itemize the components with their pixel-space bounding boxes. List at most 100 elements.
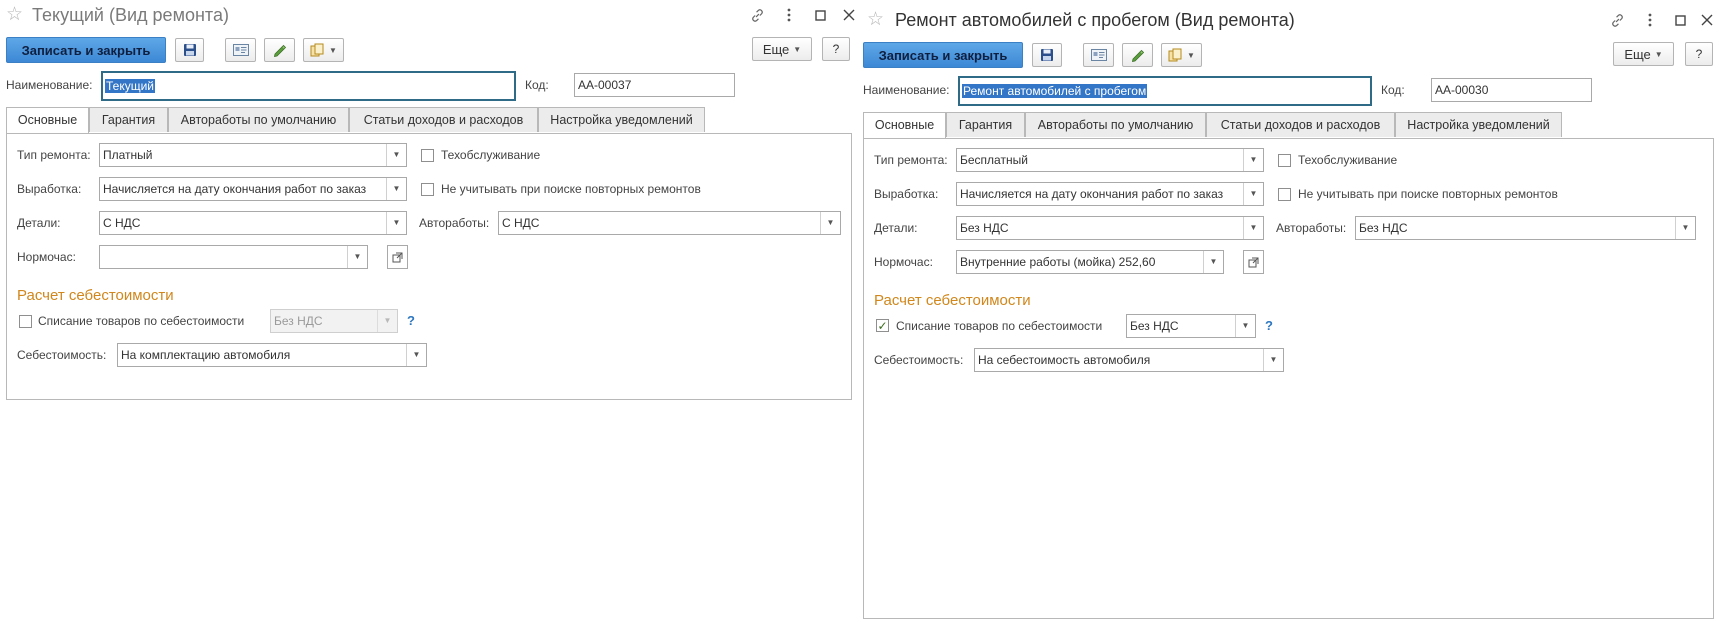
- maintenance-label: Техобслуживание: [1298, 153, 1398, 167]
- link-icon[interactable]: [1608, 11, 1626, 29]
- autoworks-label: Автоработы:: [419, 216, 490, 230]
- close-icon[interactable]: [840, 6, 858, 24]
- code-label: Код:: [1381, 83, 1405, 97]
- edit-button[interactable]: [1122, 43, 1153, 67]
- cost-select[interactable]: На комплектацию автомобиля ▼: [117, 343, 427, 367]
- maximize-icon[interactable]: [1671, 11, 1689, 29]
- write-off-checkbox[interactable]: ✓: [876, 319, 889, 332]
- card-button[interactable]: [225, 38, 256, 62]
- name-input[interactable]: Ремонт автомобилей с пробегом: [958, 76, 1372, 106]
- link-icon[interactable]: [748, 6, 766, 24]
- ignore-repeat-checkbox[interactable]: [1278, 188, 1291, 201]
- autoworks-value: С НДС: [502, 216, 540, 230]
- maintenance-checkbox[interactable]: [1278, 154, 1291, 167]
- chevron-down-icon[interactable]: ▼: [1243, 183, 1263, 205]
- pencil-edit-icon: [1131, 49, 1145, 62]
- tab-main[interactable]: Основные: [6, 107, 89, 133]
- kebab-menu-icon[interactable]: [780, 6, 798, 24]
- help-button[interactable]: ?: [1685, 42, 1713, 66]
- help-mark-icon[interactable]: ?: [407, 313, 415, 328]
- chevron-down-icon[interactable]: ▼: [1243, 149, 1263, 171]
- output-select[interactable]: Начисляется на дату окончания работ по з…: [99, 177, 407, 201]
- tab-default-autoworks[interactable]: Автоработы по умолчанию: [168, 107, 349, 132]
- name-input[interactable]: Текущий: [101, 71, 516, 101]
- chevron-down-icon[interactable]: ▼: [1243, 217, 1263, 239]
- more-button[interactable]: Еще ▼: [1613, 42, 1674, 66]
- name-label: Наименование:: [863, 83, 950, 97]
- save-button[interactable]: [175, 38, 204, 62]
- chevron-down-icon[interactable]: ▼: [1675, 217, 1695, 239]
- code-input[interactable]: АА-00037: [574, 73, 735, 97]
- chevron-down-icon[interactable]: ▼: [1263, 349, 1283, 371]
- parts-label: Детали:: [874, 221, 918, 235]
- code-input[interactable]: АА-00030: [1431, 78, 1592, 102]
- chevron-down-icon[interactable]: ▼: [347, 246, 367, 268]
- chevron-down-icon[interactable]: ▼: [820, 212, 840, 234]
- chevron-down-icon[interactable]: ▼: [1235, 315, 1255, 337]
- chevron-down-icon: ▼: [377, 310, 397, 332]
- chevron-down-icon[interactable]: ▼: [386, 212, 406, 234]
- tab-income-expense-items[interactable]: Статьи доходов и расходов: [349, 107, 538, 132]
- tab-warranty[interactable]: Гарантия: [89, 107, 168, 132]
- edit-button[interactable]: [264, 38, 295, 62]
- parts-value: Без НДС: [960, 221, 1009, 235]
- star-icon[interactable]: ☆: [867, 5, 884, 35]
- save-and-close-button[interactable]: Записать и закрыть: [863, 42, 1023, 68]
- close-icon[interactable]: [1698, 11, 1716, 29]
- tab-default-autoworks[interactable]: Автоработы по умолчанию: [1025, 112, 1206, 137]
- tab-notification-settings[interactable]: Настройка уведомлений: [1395, 112, 1562, 137]
- floppy-disk-icon: [183, 44, 196, 56]
- norm-hour-select[interactable]: Внутренние работы (мойка) 252,60 ▼: [956, 250, 1224, 274]
- more-button[interactable]: Еще ▼: [752, 37, 812, 61]
- checkmark-icon: ✓: [877, 318, 888, 333]
- help-button[interactable]: ?: [822, 37, 850, 61]
- autoworks-select[interactable]: С НДС ▼: [498, 211, 841, 235]
- ignore-repeat-checkbox[interactable]: [421, 183, 434, 196]
- norm-hour-open-button[interactable]: [1243, 250, 1264, 274]
- repair-type-select[interactable]: Бесплатный ▼: [956, 148, 1264, 172]
- repair-type-select[interactable]: Платный ▼: [99, 143, 407, 167]
- cost-value: На себестоимость автомобиля: [978, 353, 1151, 367]
- cost-select[interactable]: На себестоимость автомобиля ▼: [974, 348, 1284, 372]
- documents-dropdown-button[interactable]: ▼: [303, 38, 344, 62]
- chevron-down-icon: ▼: [1654, 49, 1663, 59]
- documents-dropdown-button[interactable]: ▼: [1161, 43, 1202, 67]
- chevron-down-icon[interactable]: ▼: [406, 344, 426, 366]
- save-and-close-button[interactable]: Записать и закрыть: [6, 37, 166, 63]
- star-icon[interactable]: ☆: [6, 0, 23, 30]
- tab-notification-settings[interactable]: Настройка уведомлений: [538, 107, 705, 132]
- chevron-down-icon[interactable]: ▼: [386, 178, 406, 200]
- maintenance-checkbox[interactable]: [421, 149, 434, 162]
- documents-icon: [310, 43, 324, 56]
- norm-hour-select[interactable]: ▼: [99, 245, 368, 269]
- chevron-down-icon[interactable]: ▼: [1203, 251, 1223, 273]
- parts-select[interactable]: Без НДС ▼: [956, 216, 1264, 240]
- chevron-down-icon[interactable]: ▼: [386, 144, 406, 166]
- tab-warranty[interactable]: Гарантия: [946, 112, 1025, 137]
- kebab-menu-icon[interactable]: [1641, 11, 1659, 29]
- save-button[interactable]: [1032, 43, 1062, 67]
- help-mark-icon[interactable]: ?: [1265, 318, 1273, 333]
- maximize-icon[interactable]: [811, 6, 829, 24]
- write-off-vat-select[interactable]: Без НДС ▼: [1126, 314, 1256, 338]
- repair-type-label: Тип ремонта:: [874, 153, 948, 167]
- card-icon: [1090, 49, 1107, 61]
- output-label: Выработка:: [874, 187, 939, 201]
- code-label: Код:: [525, 78, 549, 92]
- norm-hour-open-button[interactable]: [387, 245, 408, 269]
- write-off-checkbox[interactable]: [19, 315, 32, 328]
- parts-select[interactable]: С НДС ▼: [99, 211, 407, 235]
- norm-hour-label: Нормочас:: [874, 255, 933, 269]
- maintenance-label: Техобслуживание: [441, 148, 541, 162]
- autoworks-select[interactable]: Без НДС ▼: [1355, 216, 1696, 240]
- tab-income-expense-items[interactable]: Статьи доходов и расходов: [1206, 112, 1395, 137]
- card-icon: [232, 44, 249, 56]
- norm-hour-value: Внутренние работы (мойка) 252,60: [960, 255, 1156, 269]
- norm-hour-label: Нормочас:: [17, 250, 76, 264]
- card-button[interactable]: [1083, 43, 1114, 67]
- open-in-new-icon: [1248, 257, 1259, 267]
- ignore-repeat-label: Не учитывать при поиске повторных ремонт…: [441, 182, 701, 196]
- tab-main[interactable]: Основные: [863, 112, 946, 138]
- output-select[interactable]: Начисляется на дату окончания работ по з…: [956, 182, 1264, 206]
- output-value: Начисляется на дату окончания работ по з…: [960, 187, 1224, 201]
